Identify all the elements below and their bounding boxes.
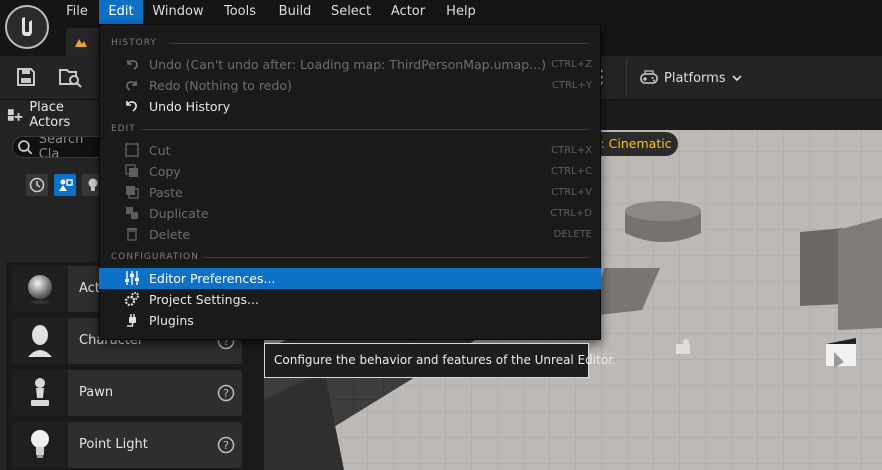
section-edit-title: EDIT: [111, 124, 136, 134]
menu-window[interactable]: Window: [148, 0, 208, 24]
actor-label: Point Light: [79, 437, 148, 452]
delete-icon: [123, 225, 141, 243]
project-settings-label: Project Settings...: [149, 292, 259, 307]
editor-preferences-tooltip: Configure the behavior and features of t…: [264, 343, 616, 378]
redo-label: Redo (Nothing to redo): [149, 78, 292, 93]
basic-category-button[interactable]: [54, 174, 76, 196]
content-browser-icon[interactable]: [58, 66, 84, 90]
actor-thumbnail: [12, 370, 68, 416]
svg-text:?: ?: [223, 439, 229, 452]
section-divider: [141, 129, 589, 130]
copy-shortcut: CTRL+C: [551, 166, 592, 177]
level-icon: [75, 39, 87, 47]
gears-icon: [123, 290, 141, 308]
duplicate-icon: [123, 204, 141, 222]
menu-tools[interactable]: Tools: [216, 0, 264, 24]
place-actors-header: Place Actors: [6, 100, 106, 130]
actor-label: Act: [79, 281, 100, 296]
undo-shortcut: CTRL+Z: [551, 59, 592, 70]
character-icon: [28, 325, 52, 357]
actor-thumbnail: [12, 422, 68, 468]
undo-icon: [123, 55, 141, 73]
cut-label: Cut: [149, 143, 171, 158]
menu-select[interactable]: Select: [326, 0, 376, 24]
search-icon: [18, 140, 33, 155]
help-icon[interactable]: ?: [217, 384, 235, 402]
platforms-label: Platforms: [664, 70, 726, 86]
duplicate-label: Duplicate: [149, 206, 209, 221]
sliders-icon: [123, 269, 141, 287]
redo-shortcut: CTRL+Y: [551, 80, 592, 91]
copy-icon: [123, 162, 141, 180]
lightbulb-icon: [31, 430, 49, 458]
menu-build[interactable]: Build: [272, 0, 318, 24]
section-configuration-title: CONFIGURATION: [111, 252, 199, 262]
menu-edit[interactable]: Edit: [99, 0, 143, 24]
section-history-title: HISTORY: [111, 38, 157, 48]
menu-actor[interactable]: Actor: [386, 0, 430, 24]
paste-icon: [123, 183, 141, 201]
editor-preferences-label: Editor Preferences...: [149, 271, 276, 286]
section-divider: [203, 257, 589, 258]
clock-icon: [29, 177, 45, 193]
actor-thumbnail: [12, 266, 68, 312]
delete-shortcut: DELETE: [553, 229, 592, 240]
redo-icon: [123, 76, 141, 94]
menu-file[interactable]: File: [58, 0, 96, 24]
svg-text:?: ?: [223, 387, 229, 400]
toolbar-divider: [626, 60, 627, 96]
section-divider: [169, 43, 589, 44]
search-placeholder: Search Cla: [38, 136, 84, 158]
place-actors-icon: [7, 109, 23, 121]
cut-icon: [123, 141, 141, 159]
cut-shortcut: CTRL+X: [551, 145, 592, 156]
platforms-button[interactable]: Platforms: [640, 64, 744, 92]
undo-history-label: Undo History: [149, 99, 231, 114]
unreal-logo-icon[interactable]: [5, 5, 49, 49]
duplicate-shortcut: CTRL+D: [550, 208, 592, 219]
actor-label: Pawn: [79, 385, 114, 400]
save-icon[interactable]: [15, 66, 39, 90]
paste-shortcut: CTRL+V: [551, 187, 592, 198]
sphere-icon: [28, 275, 52, 304]
pawn-icon: [31, 378, 49, 406]
menu-help[interactable]: Help: [440, 0, 482, 24]
gamepad-icon: [640, 70, 658, 84]
plugins-label: Plugins: [149, 313, 194, 328]
chevron-down-icon: [732, 75, 742, 82]
copy-label: Copy: [149, 164, 181, 179]
undo-history-icon: [123, 97, 141, 115]
place-actors-title: Place Actors: [29, 100, 71, 130]
plug-icon: [123, 311, 141, 329]
actor-thumbnail: [12, 318, 68, 364]
recent-category-button[interactable]: [26, 174, 48, 196]
basic-shapes-icon: [59, 179, 73, 191]
delete-label: Delete: [149, 227, 191, 242]
paste-label: Paste: [149, 185, 183, 200]
actor-search-input[interactable]: Search Cla: [12, 136, 108, 158]
help-icon[interactable]: ?: [217, 436, 235, 454]
